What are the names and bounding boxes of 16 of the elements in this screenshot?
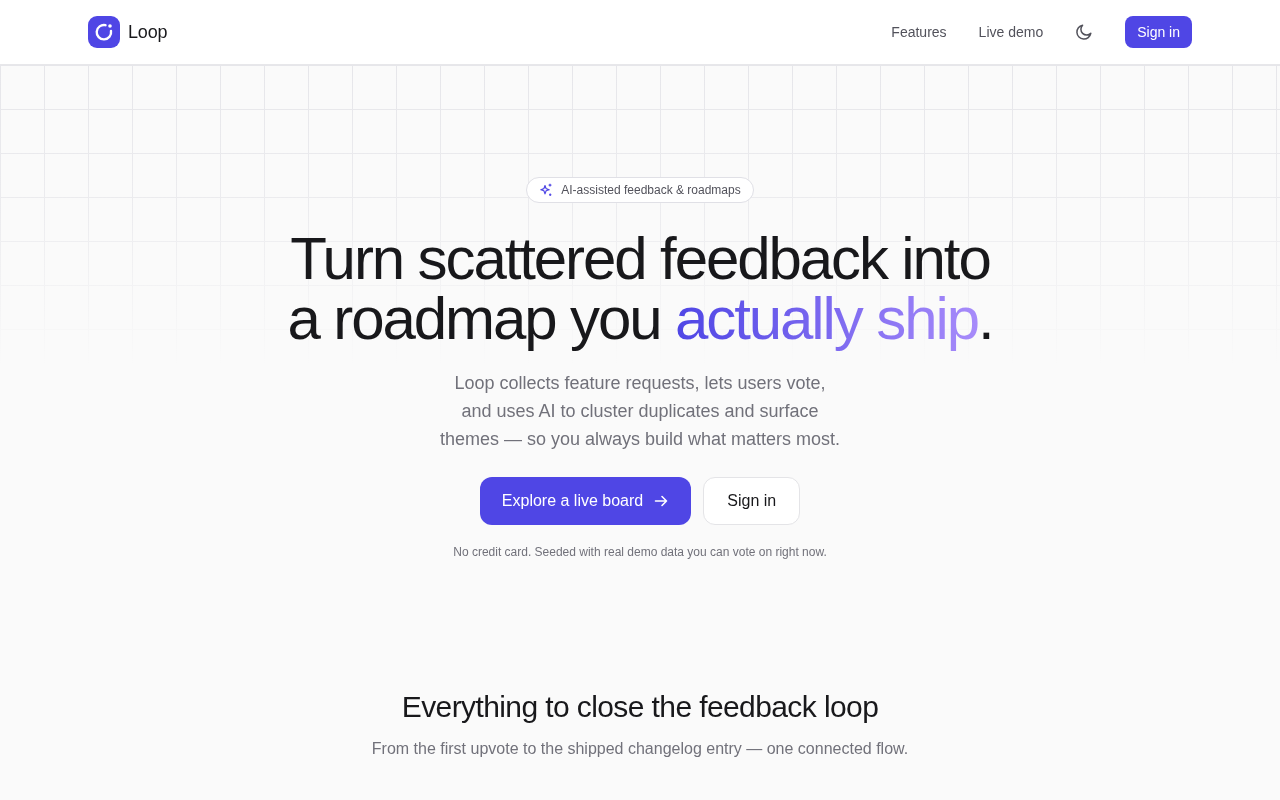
brand-name[interactable]: Loop [128,18,168,46]
logo-icon [88,16,120,48]
arrow-right-icon [653,493,670,509]
sign-in-button[interactable]: Sign in [1125,16,1192,48]
moon-icon[interactable] [1075,23,1094,41]
hero-description: Loop collects feature requests, lets users vote, and uses AI to cluster duplicates and surface themes — so you always build what matters most. [439,372,841,451]
feature-badge: AI-assisted feedback & roadmaps [526,177,754,203]
sparkle-icon [539,183,554,197]
nav-link[interactable]: Features [891,17,947,47]
sign-in-button[interactable]: Sign in [703,477,801,525]
hero-headline: Turn scattered feedback into a roadmap you actually ship. [286,229,994,349]
hero-note: No credit card. Seeded with real demo data you can vote on right now. [452,544,828,561]
explore-board-button[interactable]: Explore a live board [479,477,692,525]
section-subtitle: From the first upvote to the shipped changelog entry — one connected flow. [370,739,910,759]
nav-link[interactable]: Live demo [978,17,1044,47]
section-heading: Everything to close the feedback loop [400,689,880,725]
